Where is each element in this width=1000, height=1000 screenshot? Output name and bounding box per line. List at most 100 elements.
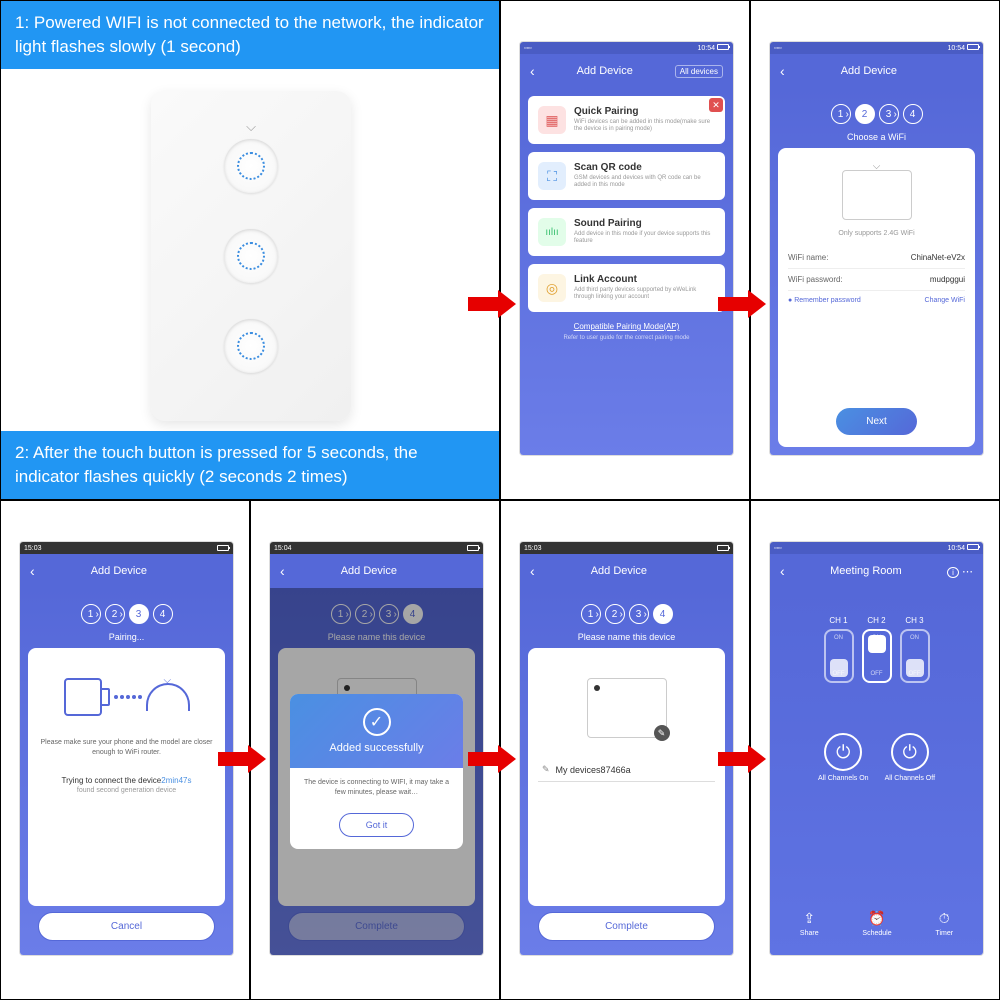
qr-icon: ⛶ bbox=[538, 162, 566, 190]
switch-button-2 bbox=[224, 229, 278, 283]
pairing-illustration: ⌵ bbox=[64, 678, 190, 716]
check-icon: ✓ bbox=[363, 708, 391, 736]
cancel-button[interactable]: Cancel bbox=[38, 912, 215, 941]
switch-button-1: ⌵ bbox=[224, 139, 278, 193]
phone-choose-wifi: ▫▫▫10:54 ‹ Add Device 1 2 3 4 Choose a W… bbox=[769, 41, 984, 456]
arrow-icon bbox=[718, 290, 766, 318]
arrow-icon bbox=[718, 745, 766, 773]
device-name-input[interactable]: ✎My devices87466a bbox=[538, 758, 715, 782]
card-desc: Add third party devices supported by eWe… bbox=[574, 287, 715, 301]
statusbar: 15:04 bbox=[270, 542, 483, 554]
edit-icon[interactable]: ✎ bbox=[654, 725, 670, 741]
ch3-toggle[interactable]: ONOFF bbox=[900, 629, 930, 683]
step-4: 4 bbox=[903, 104, 923, 124]
instruction-1: 1: Powered WIFI is not connected to the … bbox=[1, 1, 499, 69]
header: ‹ Add Device All devices bbox=[520, 54, 733, 88]
statusbar: ▫▫▫10:54 bbox=[770, 542, 983, 554]
modal-overlay: ✓ Added successfully The device is conne… bbox=[270, 588, 483, 955]
timer-icon: ⏱ bbox=[939, 910, 950, 927]
next-button[interactable]: Next bbox=[836, 408, 917, 435]
share-button[interactable]: ⇪Share bbox=[800, 910, 819, 937]
all-off-button[interactable]: ⏻All Channels Off bbox=[885, 733, 935, 782]
phone-add-device-options: ▫▫▫10:54 ‹ Add Device All devices ✕ ▦ Qu… bbox=[519, 41, 734, 456]
statusbar: 15:03 bbox=[20, 542, 233, 554]
compatible-pairing-link[interactable]: Compatible Pairing Mode(AP) bbox=[528, 322, 725, 331]
subtitle: Choose a WiFi bbox=[778, 132, 975, 142]
connecting-text: Trying to connect the device2min47s bbox=[61, 776, 191, 785]
found-text: found second generation device bbox=[77, 787, 176, 794]
info-icon[interactable]: i bbox=[947, 567, 959, 578]
ch2-toggle[interactable]: ONOFF bbox=[862, 629, 892, 683]
card-title: Quick Pairing bbox=[574, 106, 715, 117]
page-title: Add Device bbox=[35, 565, 203, 577]
stepper: 1 2 3 4 bbox=[528, 604, 725, 624]
got-it-button[interactable]: Got it bbox=[339, 813, 415, 837]
wifi-password-field[interactable]: WiFi password:mudpggui bbox=[788, 269, 965, 291]
modal-desc: The device is connecting to WIFI, it may… bbox=[290, 768, 463, 808]
header: ‹ Add Device bbox=[270, 554, 483, 588]
phone-pairing: 15:03 ‹ Add Device 1 2 3 4 Pairing... ⌵ … bbox=[19, 541, 234, 956]
success-modal: ✓ Added successfully The device is conne… bbox=[290, 694, 463, 850]
modal-title: Added successfully bbox=[304, 742, 449, 754]
close-icon[interactable]: ✕ bbox=[709, 98, 723, 112]
phone-added-success: 15:04 ‹ Add Device 1 2 3 4 Please name t… bbox=[269, 541, 484, 956]
router-icon: ⌵ bbox=[842, 170, 912, 220]
statusbar: ▫▫▫10:54 bbox=[520, 42, 733, 54]
timer-button[interactable]: ⏱Timer bbox=[935, 910, 953, 937]
header: ‹ Add Device bbox=[20, 554, 233, 588]
link-icon: ◎ bbox=[538, 274, 566, 302]
statusbar: 15:03 bbox=[520, 542, 733, 554]
phone-name-device: 15:03 ‹ Add Device 1 2 3 4 Please name t… bbox=[519, 541, 734, 956]
arrow-icon bbox=[468, 745, 516, 773]
step-4: 4 bbox=[153, 604, 173, 624]
page-title: Add Device bbox=[535, 65, 675, 77]
schedule-button[interactable]: ⏰Schedule bbox=[862, 910, 891, 937]
card-title: Link Account bbox=[574, 274, 715, 285]
page-title: Add Device bbox=[785, 65, 953, 77]
all-on-button[interactable]: ⏻All Channels On bbox=[818, 733, 869, 782]
card-quick-pairing[interactable]: ✕ ▦ Quick Pairing WiFi devices can be add… bbox=[528, 96, 725, 144]
sound-icon: ıılıı bbox=[538, 218, 566, 246]
channel-label: CH 1 bbox=[829, 616, 847, 625]
device-illustration: ✎ bbox=[587, 678, 667, 738]
wifi-name-field[interactable]: WiFi name:ChinaNet-eV2x bbox=[788, 247, 965, 269]
all-devices-button[interactable]: All devices bbox=[675, 65, 723, 78]
refer-text: Refer to user guide for the correct pair… bbox=[528, 335, 725, 341]
channel-label: CH 2 bbox=[867, 616, 885, 625]
header: ‹ Meeting Room i ⋯ bbox=[770, 554, 983, 588]
card-link-account[interactable]: ◎ Link Account Add third party devices su… bbox=[528, 264, 725, 312]
card-sound-pairing[interactable]: ıılıı Sound Pairing Add device in this mo… bbox=[528, 208, 725, 256]
quick-pairing-icon: ▦ bbox=[538, 106, 566, 134]
change-wifi-link[interactable]: Change WiFi bbox=[925, 297, 965, 304]
channel-label: CH 3 bbox=[905, 616, 923, 625]
phone-meeting-room: ▫▫▫10:54 ‹ Meeting Room i ⋯ CH 1 ONOFF CH… bbox=[769, 541, 984, 956]
arrow-icon bbox=[218, 745, 266, 773]
card-desc: Add device in this mode if your device s… bbox=[574, 231, 715, 245]
more-icon[interactable]: ⋯ bbox=[962, 566, 973, 578]
wifi-switch-device: ⌵ bbox=[151, 91, 351, 421]
channels-row: CH 1 ONOFF CH 2 ONOFF CH 3 ONOFF bbox=[778, 616, 975, 683]
instruction-2: 2: After the touch button is pressed for… bbox=[1, 431, 499, 499]
remember-checkbox[interactable]: ● Remember password bbox=[788, 297, 861, 304]
card-desc: WiFi devices can be added in this mode(m… bbox=[574, 119, 715, 133]
card-title: Scan QR code bbox=[574, 162, 715, 173]
card-title: Sound Pairing bbox=[574, 218, 715, 229]
schedule-icon: ⏰ bbox=[868, 910, 885, 927]
card-scan-qr[interactable]: ⛶ Scan QR codeGSM devices and devices wi… bbox=[528, 152, 725, 200]
supports-text: Only supports 2.4G WiFi bbox=[838, 230, 914, 237]
statusbar: ▫▫▫10:54 bbox=[770, 42, 983, 54]
page-title: Meeting Room bbox=[785, 565, 947, 577]
header: ‹ Add Device bbox=[770, 54, 983, 88]
complete-button[interactable]: Complete bbox=[538, 912, 715, 941]
step-4: 4 bbox=[653, 604, 673, 624]
switch-button-3 bbox=[224, 319, 278, 373]
stepper: 1 2 3 4 bbox=[778, 104, 975, 124]
ch1-toggle[interactable]: ONOFF bbox=[824, 629, 854, 683]
pairing-hint: Please make sure your phone and the mode… bbox=[38, 738, 215, 758]
arrow-icon bbox=[468, 290, 516, 318]
wifi-icon: ⌵ bbox=[246, 119, 256, 135]
share-icon: ⇪ bbox=[803, 910, 815, 927]
header: ‹ Add Device bbox=[520, 554, 733, 588]
page-title: Add Device bbox=[285, 565, 453, 577]
stepper: 1 2 3 4 bbox=[28, 604, 225, 624]
